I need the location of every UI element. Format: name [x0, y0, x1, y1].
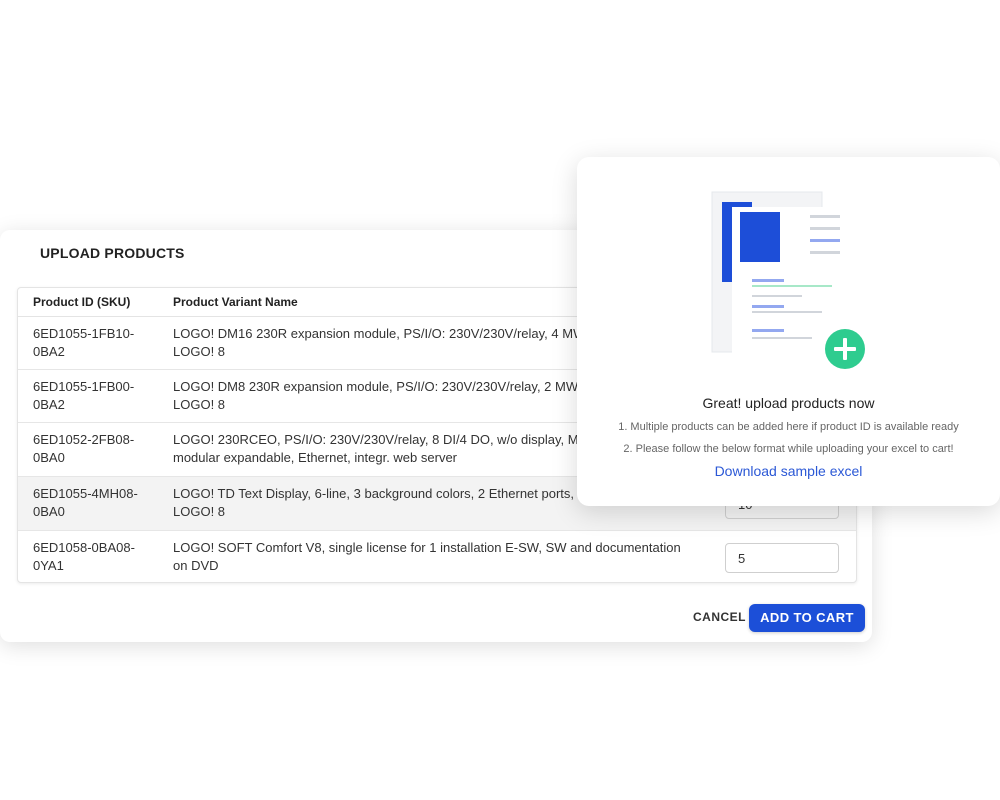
- add-to-cart-button[interactable]: ADD TO CART: [749, 604, 865, 632]
- row-sku: 6ED1052-2FB08-0BA0: [33, 432, 135, 465]
- row-sku: 6ED1058-0BA08-0YA1: [33, 540, 135, 573]
- row-sku: 6ED1055-1FB10-0BA2: [33, 326, 135, 359]
- row-sku: 6ED1055-1FB00-0BA2: [33, 379, 135, 412]
- table-row: 6ED1058-0BA08-0YA1 LOGO! SOFT Comfort V8…: [18, 531, 856, 582]
- download-sample-link[interactable]: Download sample excel: [577, 463, 1000, 479]
- upload-instruction-1: 1. Multiple products can be added here i…: [618, 421, 959, 433]
- upload-prompt-card: Great! upload products now 1. Multiple p…: [577, 157, 1000, 506]
- quantity-input[interactable]: 5: [725, 543, 839, 573]
- documents-add-icon: [711, 191, 865, 375]
- upload-title: Great! upload products now: [702, 395, 875, 411]
- column-header-name: Product Variant Name: [173, 295, 298, 309]
- cancel-button[interactable]: CANCEL: [693, 610, 746, 624]
- row-name: LOGO! SOFT Comfort V8, single license fo…: [173, 540, 681, 573]
- column-header-sku: Product ID (SKU): [33, 295, 131, 309]
- dialog-title: UPLOAD PRODUCTS: [40, 245, 185, 261]
- row-sku: 6ED1055-4MH08-0BA0: [33, 486, 138, 519]
- upload-instruction-2: 2. Please follow the below format while …: [623, 443, 954, 455]
